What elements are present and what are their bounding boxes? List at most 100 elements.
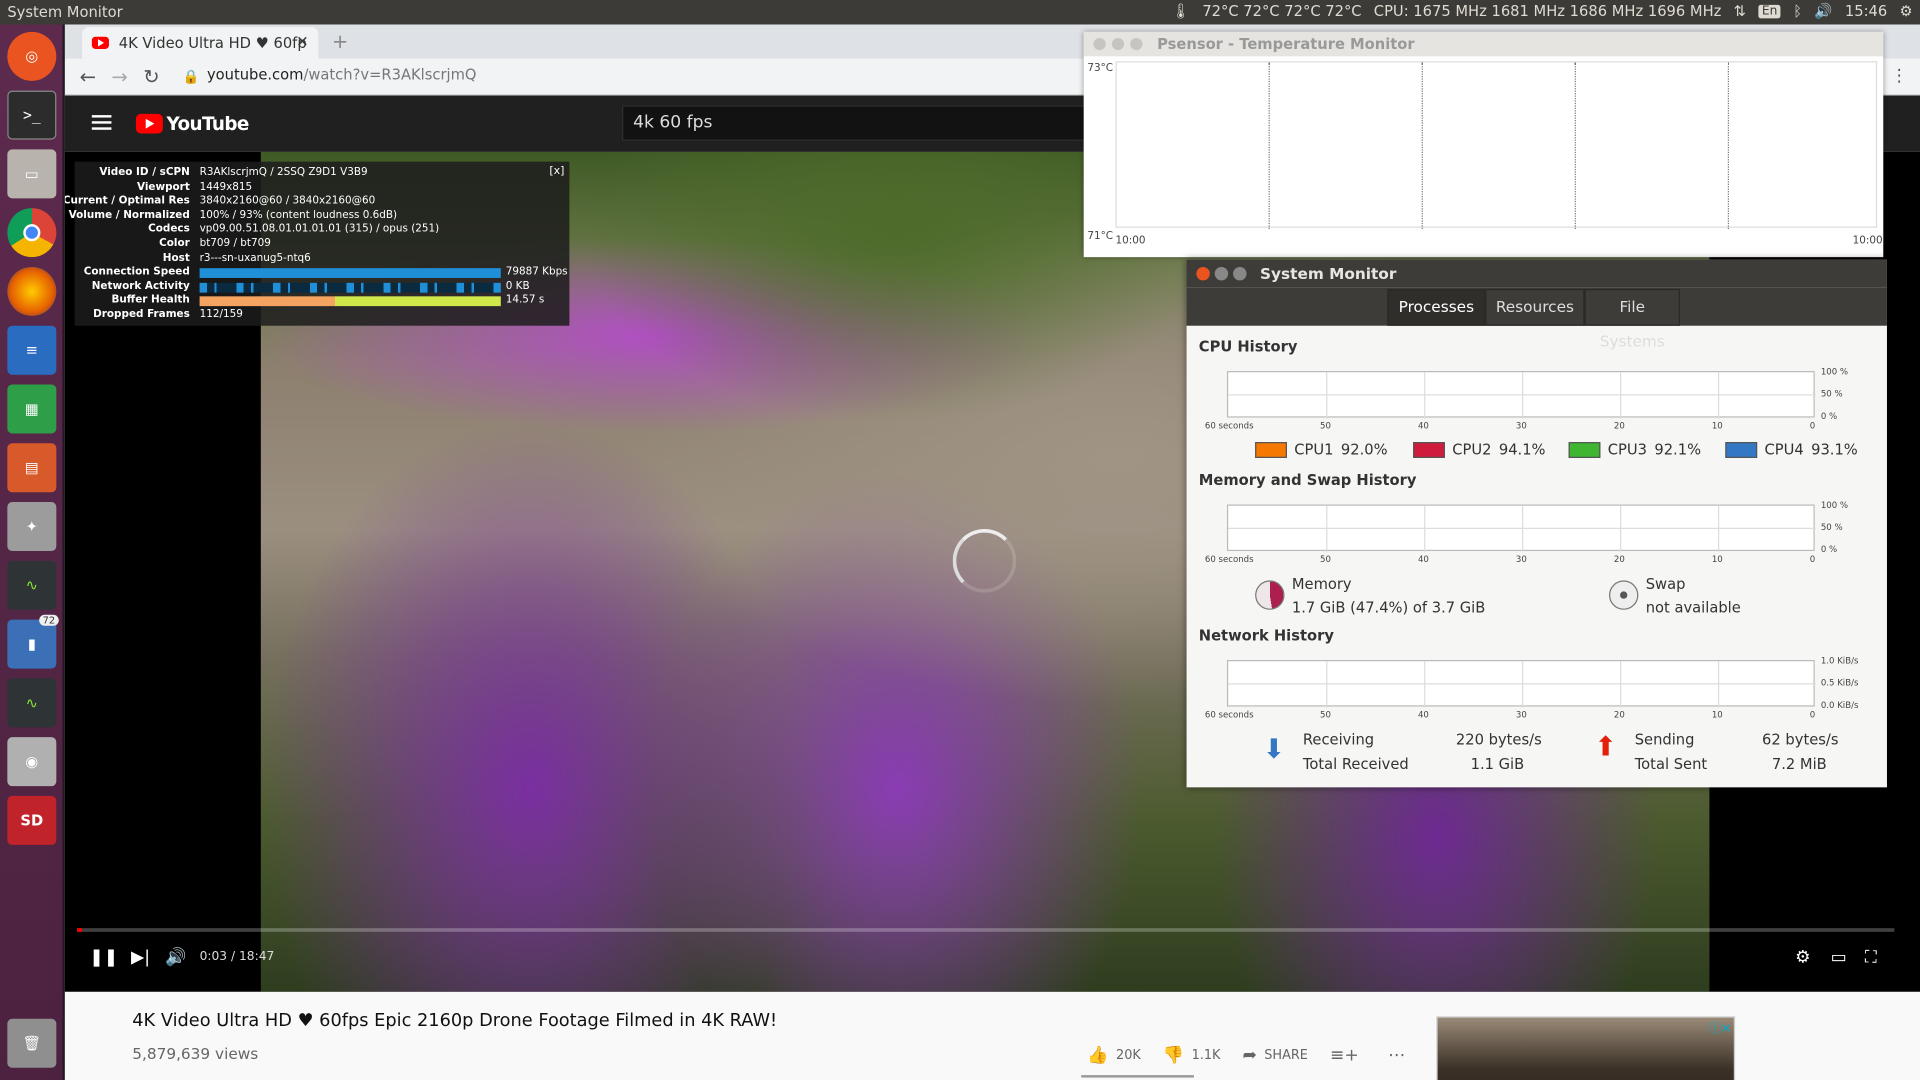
tab-resources[interactable]: Resources [1485, 288, 1585, 326]
y-axis-tick: 50 % [1820, 389, 1843, 400]
like-button[interactable]: 👍 20K [1087, 1046, 1140, 1066]
view-count: 5,879,639 views [132, 1044, 259, 1063]
camera-icon[interactable]: ◉ [7, 737, 57, 787]
more-actions-button[interactable]: ⋯ [1388, 1046, 1412, 1066]
cpu-frequency-readout[interactable]: CPU: 1675 MHz 1681 MHz 1686 MHz 1696 MHz [1374, 2, 1722, 19]
settings-icon[interactable]: ✦ [7, 502, 57, 552]
x-axis-left-label: 10:00 [1115, 235, 1146, 248]
thermometer-icon[interactable]: 🌡 [1171, 2, 1190, 19]
x-axis-tick: 0 [1809, 710, 1816, 721]
url-field[interactable]: youtube.com/watch?v=R3AKlscrjmQ [207, 66, 477, 83]
grid-line [1421, 62, 1423, 229]
system-monitor-icon[interactable]: ∿ [7, 560, 57, 610]
tab-file-systems[interactable]: File Systems [1584, 288, 1681, 350]
progress-bar[interactable] [77, 928, 1895, 932]
receiving-value: 220 bytes/s [1455, 731, 1542, 749]
search-input[interactable]: 4k 60 fps [622, 105, 1112, 141]
close-icon[interactable] [1196, 266, 1210, 281]
calc-icon[interactable]: ▦ [7, 384, 57, 434]
trash-icon[interactable]: 🗑 [7, 1018, 57, 1068]
x-axis-tick: 50 [1320, 710, 1331, 721]
stats-key: Host [162, 251, 190, 264]
youtube-logo[interactable]: YouTube [135, 113, 249, 135]
close-icon[interactable] [1093, 37, 1106, 51]
share-button[interactable]: ➦ SHARE [1243, 1046, 1308, 1066]
writer-icon[interactable]: ≡ [7, 325, 57, 375]
thumbs-up-icon: 👍 [1087, 1045, 1109, 1066]
tab-processes[interactable]: Processes [1387, 288, 1486, 326]
close-icon[interactable]: ✕ [296, 33, 308, 50]
stats-value: R3AKlscrjmQ / 2SSQ Z9D1 V3B9 [199, 166, 368, 179]
cpu-legend-item[interactable]: CPU4 93.1% [1725, 441, 1858, 458]
cpu-color-swatch[interactable] [1413, 441, 1445, 458]
volume-icon[interactable]: 🔊 [165, 948, 186, 968]
cpu-label: CPU1 [1294, 440, 1334, 458]
system-monitor-active-icon[interactable]: ∿ [7, 678, 57, 728]
bluetooth-icon[interactable]: ᛒ [1793, 2, 1802, 19]
cpu-legend-item[interactable]: CPU3 92.1% [1568, 441, 1701, 458]
browser-menu-icon[interactable]: ⋮ [1891, 66, 1908, 86]
save-to-playlist-button[interactable]: ≡+ [1330, 1046, 1366, 1066]
firefox-icon[interactable] [7, 266, 57, 316]
pause-icon[interactable]: ❚❚ [89, 948, 118, 968]
x-axis-tick: 60 seconds [1204, 421, 1254, 432]
gear-icon[interactable]: ⚙ [1899, 2, 1912, 19]
files-icon[interactable]: ▭ [7, 149, 57, 199]
grid-line [1228, 394, 1816, 396]
x-axis-tick: 20 [1613, 554, 1625, 565]
youtube-favicon-icon [91, 36, 109, 49]
impress-icon[interactable]: ▤ [7, 443, 57, 493]
y-axis-top-label: 73°C [1087, 62, 1114, 75]
network-arrows-icon[interactable]: ⇅ [1734, 2, 1746, 19]
maximize-icon[interactable] [1130, 37, 1143, 51]
cpu-color-swatch[interactable] [1568, 441, 1601, 458]
chrome-icon[interactable] [7, 208, 57, 258]
memory-history-heading: Memory and Swap History [1198, 471, 1417, 489]
fullscreen-icon[interactable]: ⛶ [1865, 948, 1877, 968]
volume-icon[interactable]: 🔊 [1814, 2, 1832, 19]
y-axis-bottom-label: 71°C [1087, 230, 1114, 243]
memory-pie-icon [1255, 580, 1285, 610]
stats-key: Dropped Frames [93, 308, 190, 321]
minimize-icon[interactable] [1214, 266, 1229, 281]
psensor-icon[interactable]: ▮ 72 [7, 614, 59, 669]
cpu-legend-item[interactable]: CPU1 92.0% [1255, 440, 1388, 458]
grid-line [1727, 62, 1729, 229]
sd-card-icon[interactable]: SD [7, 795, 57, 845]
cpu-color-swatch[interactable] [1725, 441, 1758, 458]
temperature-readout[interactable]: 72°C 72°C 72°C 72°C [1202, 2, 1361, 19]
maximize-icon[interactable] [1233, 266, 1247, 281]
clock[interactable]: 15:46 [1845, 2, 1887, 19]
next-icon[interactable]: ▶| [131, 948, 150, 968]
ad-banner[interactable]: ⓘ✕ [1436, 1016, 1736, 1080]
hamburger-menu-icon[interactable] [91, 115, 112, 130]
back-arrow-icon[interactable]: ← [80, 65, 96, 88]
dislike-button[interactable]: 👎 1.1K [1163, 1046, 1221, 1066]
stats-value: 100% / 93% (content loudness 0.6dB) [199, 209, 398, 222]
swap-pie-icon [1608, 580, 1639, 610]
tab-youtube[interactable]: 4K Video Ultra HD ♥ 60fp ✕ [82, 26, 319, 59]
memory-value: 1.7 GiB (47.4%) of 3.7 GiB [1291, 598, 1486, 616]
keyboard-layout-indicator[interactable]: En [1758, 4, 1782, 18]
total-sent-label: Total Sent [1634, 755, 1708, 773]
ubuntu-dash-icon[interactable]: ◎ [7, 31, 57, 81]
minimize-icon[interactable] [1111, 37, 1125, 51]
cpu-color-swatch[interactable] [1255, 441, 1287, 458]
stats-value: 112/159 [199, 308, 243, 321]
stats-row: Host r3---sn-uxanug5-ntq6 [82, 252, 562, 266]
stats-key: Video ID / sCPN [99, 166, 190, 179]
stats-row: Current / Optimal Res 3840x2160@60 / 3840… [65, 195, 562, 209]
settings-icon[interactable]: ⚙ [1795, 948, 1810, 968]
reload-icon[interactable]: ↻ [143, 65, 159, 88]
terminal-icon[interactable]: >_ [7, 90, 57, 140]
thumbs-down-icon: 👎 [1162, 1045, 1185, 1066]
stats-value: vp09.00.51.08.01.01.01.01 (315) / opus (… [199, 223, 440, 236]
forward-arrow-icon[interactable]: → [111, 65, 127, 88]
y-axis-tick: 0.5 KiB/s [1820, 678, 1859, 689]
new-tab-icon[interactable]: + [332, 29, 348, 52]
ad-close-icon[interactable]: ⓘ✕ [1709, 1018, 1732, 1035]
theater-mode-icon[interactable]: ▭ [1831, 948, 1847, 968]
cpu-legend-item[interactable]: CPU2 94.1% [1413, 441, 1546, 458]
temperature-plot [1115, 61, 1878, 229]
y-axis-tick: 0 % [1820, 544, 1838, 555]
